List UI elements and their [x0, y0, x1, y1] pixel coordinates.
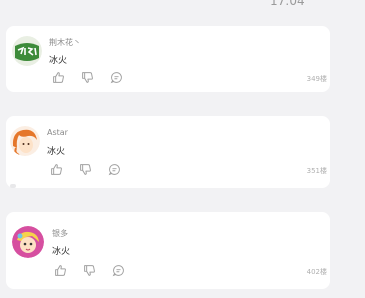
comment-card: Astar 冰火 351楼 — [6, 116, 330, 188]
anime-girl-avatar-icon — [10, 126, 40, 156]
user-avatar[interactable] — [12, 36, 42, 66]
thumbs-up-icon[interactable] — [52, 71, 65, 84]
comment-username[interactable]: 银多 — [52, 228, 68, 239]
floor-number: 351楼 — [306, 167, 327, 175]
cartoon-girl-avatar-icon — [12, 226, 44, 258]
comment-card: 银多 冰火 402楼 — [6, 212, 330, 289]
comment-text: 冰火 — [47, 147, 66, 157]
green-logo-avatar-icon — [12, 36, 42, 66]
thumbs-up-icon[interactable] — [50, 163, 63, 176]
comment-actions — [52, 71, 123, 84]
reply-icon[interactable] — [112, 264, 125, 277]
thumbs-down-icon[interactable] — [79, 163, 92, 176]
floor-number: 402楼 — [306, 268, 327, 276]
user-avatar[interactable] — [10, 126, 40, 156]
thumbs-down-icon[interactable] — [81, 71, 94, 84]
thumbs-up-icon[interactable] — [54, 264, 67, 277]
comment-actions — [54, 264, 125, 277]
comment-text: 冰火 — [49, 56, 68, 66]
comment-card: 荆木花丶 冰火 349楼 — [6, 26, 330, 92]
comment-text: 冰火 — [52, 247, 71, 257]
comment-username[interactable]: 荆木花丶 — [49, 37, 81, 48]
user-avatar[interactable] — [12, 226, 44, 258]
comment-username[interactable]: Astar — [47, 128, 68, 137]
thumbs-down-icon[interactable] — [83, 264, 96, 277]
status-time: 17:04 — [270, 0, 305, 8]
divider — [10, 184, 16, 188]
comment-actions — [50, 163, 121, 176]
reply-icon[interactable] — [110, 71, 123, 84]
reply-icon[interactable] — [108, 163, 121, 176]
floor-number: 349楼 — [306, 75, 327, 83]
